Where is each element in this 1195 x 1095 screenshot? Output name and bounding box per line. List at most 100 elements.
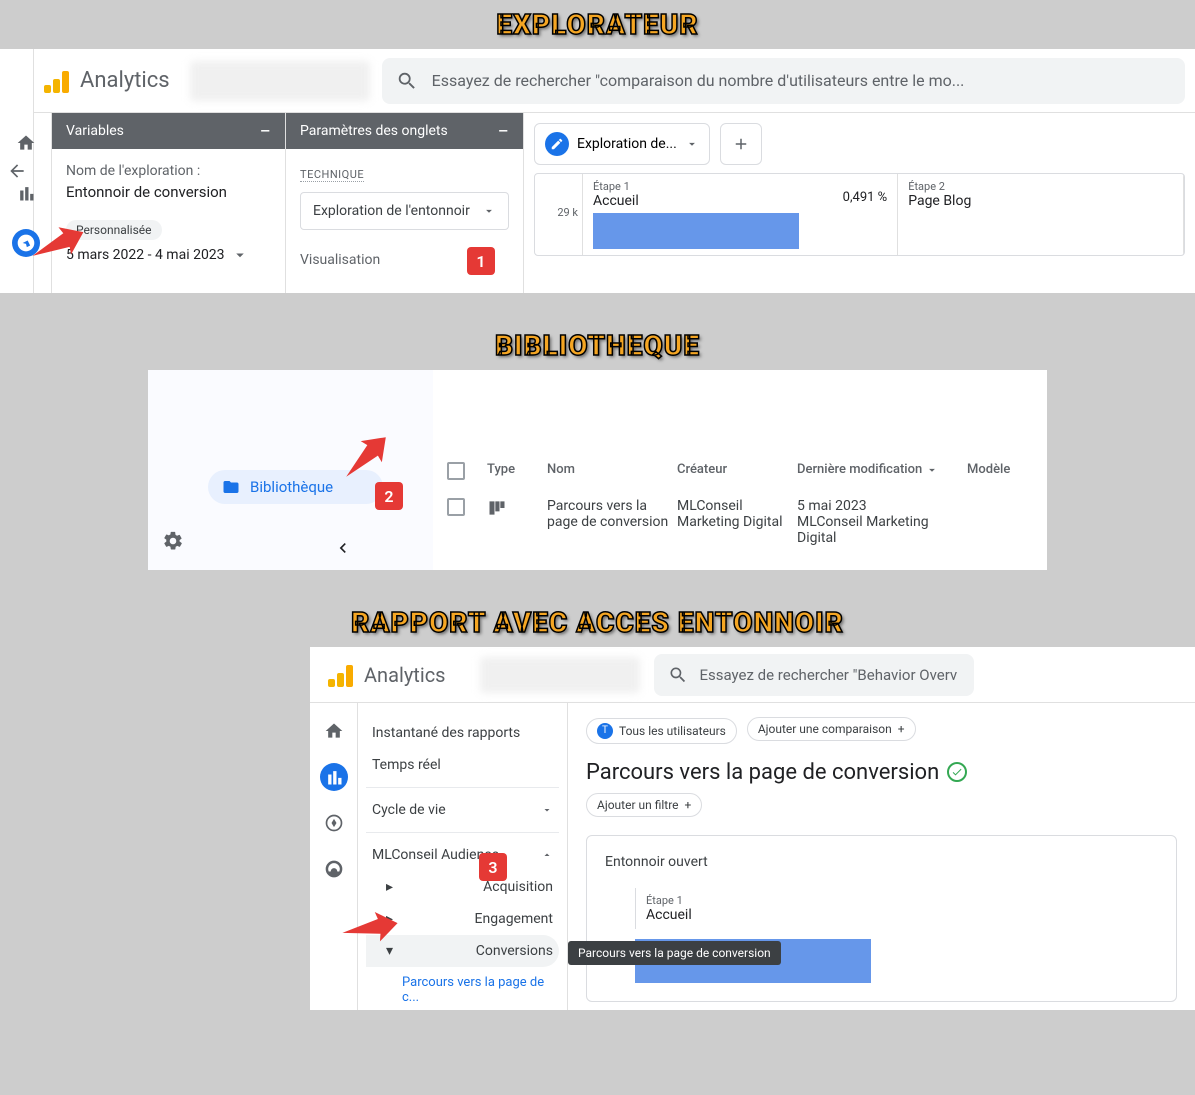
col-name[interactable]: Nom	[547, 462, 677, 484]
plus-icon: +	[898, 722, 905, 736]
nav-reports[interactable]	[12, 179, 40, 207]
account-selector-blurred[interactable]	[480, 657, 640, 693]
chevron-up-icon	[541, 849, 553, 861]
date-range-picker[interactable]: 5 mars 2022 - 4 mai 2023	[66, 246, 271, 264]
menu-snapshot[interactable]: Instantané des rapports	[366, 717, 559, 749]
chevron-down-icon	[685, 137, 699, 151]
search-input[interactable]: Essayez de rechercher "Behavior Overv	[654, 654, 974, 696]
funnel-step-2[interactable]: Étape 2 Page Blog	[898, 174, 1184, 255]
panel-rapport: Analytics Essayez de rechercher "Behavio…	[310, 647, 1195, 1010]
arrow-down-icon	[925, 463, 939, 477]
reports-menu: Instantané des rapports Temps réel Cycle…	[358, 703, 568, 1010]
search-input[interactable]: Essayez de rechercher "comparaison du no…	[382, 58, 1185, 104]
annotation-badge-3: 3	[479, 853, 507, 881]
minimize-icon[interactable]: −	[260, 126, 271, 136]
row-name: Parcours vers la page de conversion	[547, 498, 677, 546]
chevron-down-icon	[541, 804, 553, 816]
menu-realtime[interactable]: Temps réel	[366, 749, 559, 781]
search-icon	[668, 665, 688, 685]
select-all-checkbox[interactable]	[447, 462, 465, 480]
reports-table: Type Nom Créateur Dernière modification …	[447, 462, 1047, 546]
menu-acquisition[interactable]: ▸ Acquisition	[366, 871, 559, 903]
funnel-card: Entonnoir ouvert Étape 1 Accueil	[586, 835, 1177, 1002]
ga-logo-icon	[326, 661, 354, 689]
col-model[interactable]: Modèle	[967, 462, 1047, 484]
variables-panel: Variables− Nom de l'exploration : Entonn…	[52, 113, 286, 293]
nav-home[interactable]	[12, 129, 40, 157]
exploration-name-label: Nom de l'exploration :	[66, 163, 271, 179]
row-creator: MLConseil Marketing Digital	[677, 498, 797, 546]
folder-icon	[222, 478, 240, 496]
section-title-bibliotheque: BIBLIOTHEQUE	[0, 321, 1195, 370]
home-icon	[16, 133, 36, 153]
home-icon	[324, 721, 344, 741]
search-icon	[396, 70, 418, 92]
menu-parcours[interactable]: Parcours vers la page de c...	[366, 967, 559, 1010]
panel-bibliotheque: Bibliothèque 2 +Créer u Type Nom Créateu…	[148, 370, 1047, 570]
funnel-step-1[interactable]: Étape 1 Accueil 0,491 %	[583, 174, 898, 255]
ga-logo-icon	[42, 67, 70, 95]
bar-chart-icon	[16, 183, 36, 203]
search-placeholder: Essayez de rechercher "comparaison du no…	[432, 71, 965, 90]
technique-label: TECHNIQUE	[300, 168, 364, 182]
account-selector-blurred[interactable]	[190, 61, 370, 101]
tab-settings-panel: Paramètres des onglets− TECHNIQUE Explor…	[286, 113, 524, 293]
t-badge-icon: T	[597, 723, 613, 739]
row-modified: 5 mai 2023MLConseil Marketing Digital	[797, 498, 967, 546]
variables-header[interactable]: Variables−	[52, 113, 285, 149]
annotation-badge-2: 2	[375, 482, 403, 510]
exploration-name-value[interactable]: Entonnoir de conversion	[66, 183, 271, 201]
library-sidebar: Bibliothèque 2	[148, 370, 433, 570]
app-name: Analytics	[80, 68, 170, 93]
table-row[interactable]: Parcours vers la page de conversion MLCo…	[447, 492, 1047, 546]
edit-icon	[545, 132, 569, 156]
nav-explore[interactable]	[320, 809, 348, 837]
funnel-card-title: Entonnoir ouvert	[605, 854, 1158, 870]
menu-lifecycle[interactable]: Cycle de vie	[366, 794, 559, 826]
exploration-tab[interactable]: Exploration de...	[534, 123, 710, 165]
add-tab-button[interactable]	[720, 123, 762, 165]
annotation-badge-1: 1	[467, 247, 495, 275]
bar-chart-icon	[324, 767, 344, 787]
pill-add-comparison[interactable]: Ajouter une comparaison+	[747, 717, 916, 741]
chevron-down-icon	[482, 204, 496, 218]
pill-all-users[interactable]: TTous les utilisateurs	[586, 718, 737, 744]
minimize-icon[interactable]: −	[498, 126, 509, 136]
exploration-canvas: Exploration de... 29 k Étape 1 Accueil 0…	[524, 113, 1195, 293]
tooltip: Parcours vers la page de conversion	[568, 941, 781, 965]
library-main: +Créer u Type Nom Créateur Dernière modi…	[433, 370, 1047, 570]
pill-add-filter[interactable]: Ajouter un filtre+	[586, 793, 702, 817]
chevron-down-icon	[231, 246, 249, 264]
tab-settings-header[interactable]: Paramètres des onglets−	[286, 113, 523, 149]
collapse-button[interactable]	[333, 538, 353, 562]
funnel-chart: 29 k Étape 1 Accueil 0,491 % Étape 2 Pag…	[534, 173, 1185, 256]
settings-button[interactable]	[162, 530, 184, 556]
nav-reports[interactable]	[320, 763, 348, 791]
section-title-explorateur: EXPLORATEUR	[0, 0, 1195, 49]
col-type[interactable]: Type	[487, 462, 547, 484]
technique-dropdown[interactable]: Exploration de l'entonnoir	[300, 192, 509, 230]
funnel-yaxis: 29 k	[535, 174, 583, 255]
left-nav	[310, 703, 358, 1010]
panel-explorateur: Analytics Essayez de rechercher "compara…	[0, 49, 1195, 293]
verified-icon	[947, 762, 967, 782]
chevron-left-icon	[333, 538, 353, 558]
funnel-type-icon	[487, 498, 507, 518]
app-name: Analytics	[364, 663, 446, 687]
explore-icon	[324, 813, 344, 833]
gear-icon	[162, 530, 184, 552]
col-creator[interactable]: Créateur	[677, 462, 797, 484]
search-placeholder: Essayez de rechercher "Behavior Overv	[700, 666, 958, 684]
menu-audience[interactable]: MLConseil Audience	[366, 839, 559, 871]
nav-advertising[interactable]	[320, 855, 348, 883]
col-modified[interactable]: Dernière modification	[797, 462, 967, 484]
report-title: Parcours vers la page de conversion	[586, 760, 1177, 785]
section-title-rapport: RAPPORT AVEC ACCES ENTONNOIR	[0, 598, 1195, 647]
row-checkbox[interactable]	[447, 498, 465, 516]
plus-icon: +	[685, 798, 692, 812]
funnel-step-1[interactable]: Étape 1 Accueil	[635, 888, 1158, 929]
left-nav	[0, 113, 52, 293]
nav-home[interactable]	[320, 717, 348, 745]
target-icon	[324, 859, 344, 879]
plus-icon	[732, 135, 750, 153]
